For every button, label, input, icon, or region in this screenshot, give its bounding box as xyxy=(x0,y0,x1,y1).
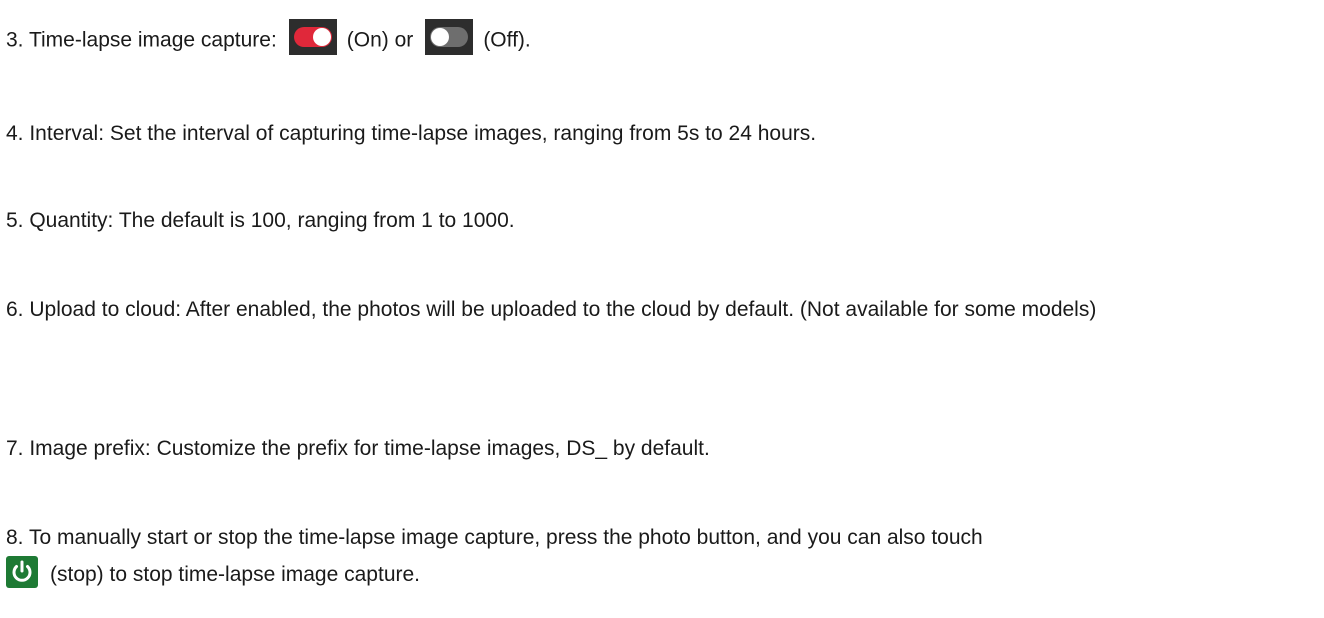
toggle-off-icon xyxy=(425,19,474,55)
item-upload-to-cloud: 6. Upload to cloud: After enabled, the p… xyxy=(6,298,1097,321)
item-time-lapse-capture-label: 3. Time-lapse image capture: xyxy=(6,28,277,52)
off-label: (Off). xyxy=(483,28,531,52)
item-interval: 4. Interval: Set the interval of capturi… xyxy=(6,122,817,145)
toggle-on-icon xyxy=(288,19,337,55)
item-quantity: 5. Quantity: The default is 100, ranging… xyxy=(6,209,515,232)
item-manual-start-stop-line1: 8. To manually start or stop the time-la… xyxy=(6,526,983,549)
item-image-prefix: 7. Image prefix: Customize the prefix fo… xyxy=(6,437,710,460)
item-time-lapse-capture: 3. Time-lapse image capture: (On) or (Off)… xyxy=(6,19,1318,59)
item-manual-start-stop: 8. To manually start or stop the time-la… xyxy=(6,522,1318,597)
item-manual-start-stop-line2: (stop) to stop time-lapse image capture. xyxy=(50,563,421,586)
power-icon xyxy=(6,556,38,589)
on-label: (On) or xyxy=(346,28,414,52)
